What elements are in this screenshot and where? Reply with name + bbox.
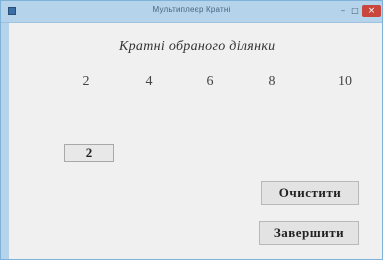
close-button[interactable]: × — [362, 5, 381, 17]
multiple-value: 6 — [206, 74, 214, 89]
main-panel: Кратні обраного ділянки 2 4 6 8 10 2 Очи… — [9, 23, 382, 259]
window-title: Мультиплеєр Кратні — [152, 5, 231, 14]
window-left-border — [1, 23, 9, 259]
title-bar[interactable]: Мультиплеєр Кратні – □ × — [1, 1, 382, 23]
multiples-heading: Кратні обраного ділянки — [119, 39, 276, 54]
multiple-value: 4 — [145, 74, 153, 89]
number-input[interactable]: 2 — [64, 144, 114, 162]
exit-button[interactable]: Завершити — [259, 221, 359, 245]
app-window: Мультиплеєр Кратні – □ × Кратні обраного… — [0, 0, 383, 260]
maximize-button[interactable]: □ — [350, 5, 360, 17]
multiple-value: 2 — [82, 74, 90, 89]
multiple-value: 10 — [338, 74, 352, 89]
clear-button[interactable]: Очистити — [261, 181, 359, 205]
minimize-button[interactable]: – — [338, 5, 348, 17]
multiple-value: 8 — [268, 74, 276, 89]
